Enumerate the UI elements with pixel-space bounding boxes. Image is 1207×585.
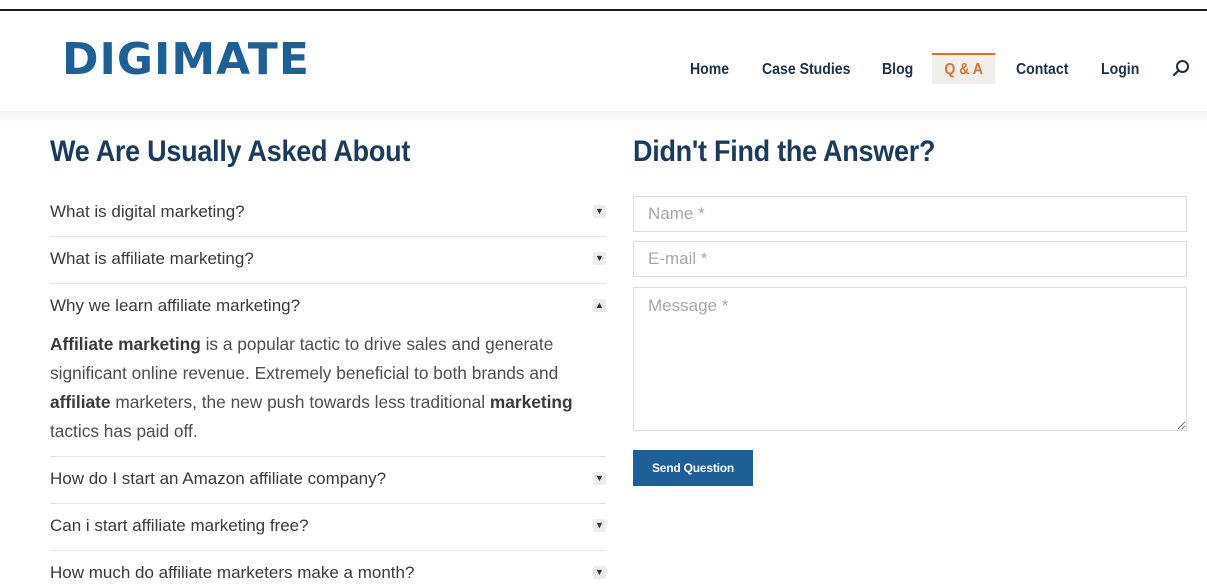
faq-question[interactable]: What is digital marketing? ▼ bbox=[50, 190, 606, 236]
faq-question-text: What is digital marketing? bbox=[50, 202, 245, 221]
chevron-down-icon[interactable]: ▼ bbox=[593, 519, 606, 532]
faq-title: We Are Usually Asked About bbox=[50, 135, 411, 168]
faq-question-text: How much do affiliate marketers make a m… bbox=[50, 563, 415, 582]
chevron-down-icon[interactable]: ▼ bbox=[593, 472, 606, 485]
nav-item-case-studies[interactable]: Case Studies bbox=[762, 53, 850, 84]
form-title: Didn't Find the Answer? bbox=[633, 135, 936, 168]
faq-accordion: What is digital marketing? ▼ What is aff… bbox=[50, 190, 606, 585]
faq-question-text: Can i start affiliate marketing free? bbox=[50, 516, 309, 535]
nav-item-contact[interactable]: Contact bbox=[1016, 53, 1068, 84]
nav-item-blog[interactable]: Blog bbox=[882, 53, 913, 84]
faq-item-expanded: Why we learn affiliate marketing? ▲ Affi… bbox=[50, 284, 606, 457]
send-question-button[interactable]: Send Question bbox=[633, 450, 753, 486]
answer-bold: Affiliate marketing bbox=[50, 334, 201, 354]
main-nav: Home Case Studies Blog Q & A Contact Log… bbox=[0, 11, 1207, 111]
search-icon[interactable] bbox=[1168, 55, 1194, 81]
name-field[interactable] bbox=[633, 196, 1187, 232]
header-shadow bbox=[0, 111, 1207, 125]
chevron-down-icon[interactable]: ▼ bbox=[593, 252, 606, 265]
chevron-down-icon[interactable]: ▼ bbox=[593, 566, 606, 579]
faq-question-text: How do I start an Amazon affiliate compa… bbox=[50, 469, 387, 488]
chevron-down-icon[interactable]: ▼ bbox=[593, 205, 606, 218]
faq-item: Can i start affiliate marketing free? ▼ bbox=[50, 504, 606, 551]
answer-text: tactics has paid off. bbox=[50, 421, 198, 441]
answer-bold: affiliate bbox=[50, 392, 111, 412]
faq-item: How much do affiliate marketers make a m… bbox=[50, 551, 606, 585]
message-field[interactable] bbox=[633, 287, 1187, 431]
nav-item-qa[interactable]: Q & A bbox=[932, 53, 996, 84]
faq-item: What is affiliate marketing? ▼ bbox=[50, 237, 606, 284]
faq-answer: Affiliate marketing is a popular tactic … bbox=[50, 330, 606, 456]
faq-question[interactable]: How do I start an Amazon affiliate compa… bbox=[50, 457, 606, 503]
faq-question-text: Why we learn affiliate marketing? bbox=[50, 296, 301, 315]
faq-question[interactable]: Can i start affiliate marketing free? ▼ bbox=[50, 504, 606, 550]
site-header: DIGIMATE Home Case Studies Blog Q & A Co… bbox=[0, 11, 1207, 111]
nav-item-qa-label: Q & A bbox=[944, 61, 983, 78]
nav-item-login[interactable]: Login bbox=[1101, 53, 1139, 84]
nav-item-home[interactable]: Home bbox=[690, 53, 729, 84]
faq-item: How do I start an Amazon affiliate compa… bbox=[50, 457, 606, 504]
faq-question[interactable]: How much do affiliate marketers make a m… bbox=[50, 551, 606, 585]
faq-question[interactable]: What is affiliate marketing? ▼ bbox=[50, 237, 606, 283]
answer-text: marketers, the new push towards less tra… bbox=[110, 392, 490, 412]
email-field[interactable] bbox=[633, 241, 1187, 277]
question-form: Send Question bbox=[633, 196, 1187, 486]
faq-question[interactable]: Why we learn affiliate marketing? ▲ bbox=[50, 284, 606, 330]
answer-bold: marketing bbox=[489, 392, 573, 412]
faq-item: What is digital marketing? ▼ bbox=[50, 190, 606, 237]
faq-question-text: What is affiliate marketing? bbox=[50, 249, 254, 268]
chevron-up-icon[interactable]: ▲ bbox=[593, 299, 606, 312]
